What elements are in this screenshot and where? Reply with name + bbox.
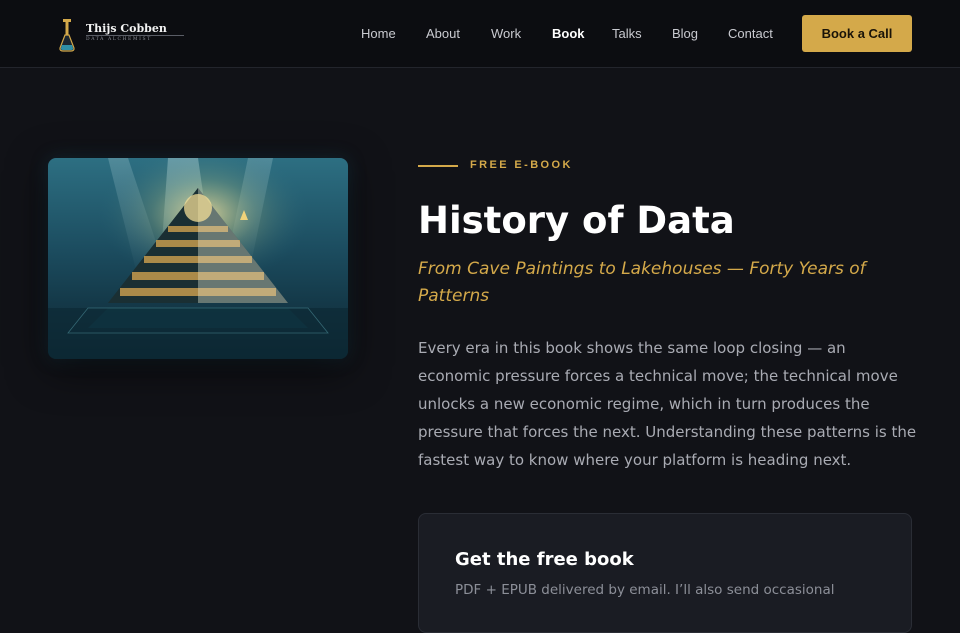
underwater-pyramid-illustration [48, 158, 348, 359]
nav-link-contact[interactable]: Contact [728, 26, 773, 42]
eyebrow-label: FREE E-BOOK [470, 159, 573, 171]
brand-divider [86, 35, 184, 36]
nav-link-home[interactable]: Home [361, 26, 396, 42]
brand-tagline: DATA ALCHEMIST [86, 37, 152, 42]
book-description: Every era in this book shows the same lo… [418, 339, 917, 469]
nav-link-about[interactable]: About [426, 26, 460, 42]
flask-icon [59, 19, 75, 52]
signup-card: Get the free book PDF + EPUB delivered b… [418, 513, 912, 633]
brand-name: Thijs Cobben [86, 22, 167, 35]
signup-card-title: Get the free book [455, 549, 634, 570]
page-subtitle: From Cave Paintings to Lakehouses — Fort… [418, 259, 866, 306]
site-header: Thijs Cobben DATA ALCHEMIST Home About W… [0, 0, 960, 68]
book-cover-image [48, 158, 348, 359]
nav-link-book[interactable]: Book [552, 26, 585, 42]
page-title: History of Data [418, 199, 735, 242]
nav-link-work[interactable]: Work [491, 26, 521, 42]
book-a-call-button[interactable]: Book a Call [802, 15, 912, 52]
nav-link-talks[interactable]: Talks [612, 26, 642, 42]
site-logo[interactable]: Thijs Cobben DATA ALCHEMIST [58, 18, 188, 52]
nav-link-blog[interactable]: Blog [672, 26, 698, 42]
signup-card-description: PDF + EPUB delivered by email. I’ll also… [455, 582, 835, 598]
eyebrow-accent-line [418, 165, 458, 167]
